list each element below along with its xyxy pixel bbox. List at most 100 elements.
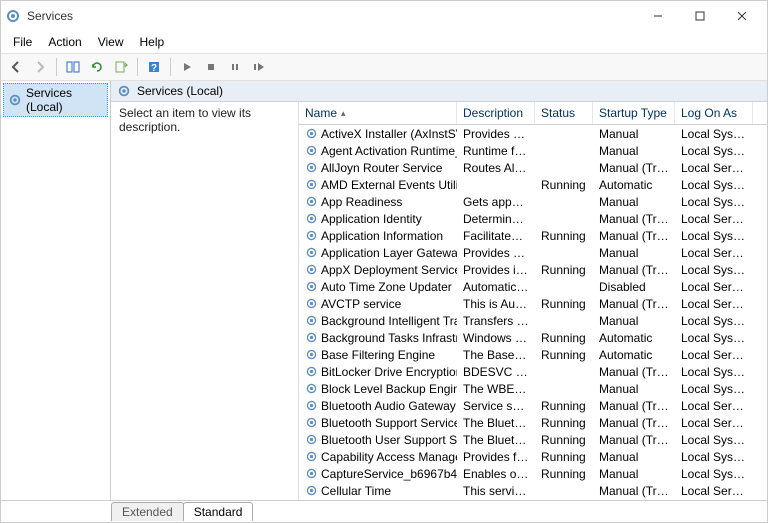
table-row[interactable]: Auto Time Zone UpdaterAutomatica...Disab… xyxy=(299,278,767,295)
gear-icon xyxy=(305,331,318,344)
cell-logon: Local Syste... xyxy=(675,178,753,192)
table-row[interactable]: Bluetooth Audio Gateway S...Service sup.… xyxy=(299,397,767,414)
pause-service-button[interactable] xyxy=(224,56,246,78)
cell-startup: Automatic xyxy=(593,178,675,192)
tab-standard[interactable]: Standard xyxy=(183,502,254,521)
cell-description: The Bluetoo... xyxy=(457,416,535,430)
tree-root-services-local[interactable]: Services (Local) xyxy=(3,83,108,117)
start-service-button[interactable] xyxy=(176,56,198,78)
minimize-button[interactable] xyxy=(637,2,679,30)
pane-header-title: Services (Local) xyxy=(137,84,223,98)
cell-logon: Local Service xyxy=(675,348,753,362)
cell-startup: Manual (Trig... xyxy=(593,161,675,175)
col-header-description[interactable]: Description xyxy=(457,102,535,124)
refresh-button[interactable] xyxy=(86,56,108,78)
table-row[interactable]: Application IdentityDetermines ...Manual… xyxy=(299,210,767,227)
col-header-status[interactable]: Status xyxy=(535,102,593,124)
cell-startup: Manual (Trig... xyxy=(593,297,675,311)
restart-service-button[interactable] xyxy=(248,56,270,78)
cell-description: Runtime for... xyxy=(457,144,535,158)
show-hide-tree-button[interactable] xyxy=(62,56,84,78)
menu-action[interactable]: Action xyxy=(40,33,89,51)
cell-description: Automatica... xyxy=(457,280,535,294)
cell-startup: Manual xyxy=(593,127,675,141)
table-row[interactable]: BitLocker Drive Encryption ...BDESVC hos… xyxy=(299,363,767,380)
col-header-startup[interactable]: Startup Type xyxy=(593,102,675,124)
gear-icon xyxy=(305,433,318,446)
cell-startup: Manual xyxy=(593,314,675,328)
table-row[interactable]: Block Level Backup Engine ...The WBENG..… xyxy=(299,380,767,397)
cell-name: AVCTP service xyxy=(299,297,457,311)
table-row[interactable]: Agent Activation Runtime_...Runtime for.… xyxy=(299,142,767,159)
table-row[interactable]: Application InformationFacilitates t...R… xyxy=(299,227,767,244)
table-row[interactable]: Background Intelligent Tran...Transfers … xyxy=(299,312,767,329)
table-row[interactable]: AMD External Events UtilityRunningAutoma… xyxy=(299,176,767,193)
cell-name: AllJoyn Router Service xyxy=(299,161,457,175)
close-button[interactable] xyxy=(721,2,763,30)
help-button[interactable]: ? xyxy=(143,56,165,78)
back-button[interactable] xyxy=(5,56,27,78)
cell-description: Provides inf... xyxy=(457,263,535,277)
gear-icon xyxy=(305,263,318,276)
cell-logon: Local Service xyxy=(675,297,753,311)
cell-startup: Manual xyxy=(593,382,675,396)
table-row[interactable]: Application Layer Gateway ...Provides su… xyxy=(299,244,767,261)
stop-service-button[interactable] xyxy=(200,56,222,78)
gear-icon xyxy=(305,314,318,327)
table-row[interactable]: Base Filtering EngineThe Base Fil...Runn… xyxy=(299,346,767,363)
table-row[interactable]: CaptureService_b6967b4Enables opti...Run… xyxy=(299,465,767,482)
table-row[interactable]: App ReadinessGets apps re...ManualLocal … xyxy=(299,193,767,210)
list-body[interactable]: ActiveX Installer (AxInstSV)Provides Us.… xyxy=(299,125,767,500)
table-row[interactable]: AllJoyn Router ServiceRoutes AllJo...Man… xyxy=(299,159,767,176)
col-header-logon[interactable]: Log On As xyxy=(675,102,753,124)
table-row[interactable]: AppX Deployment Service (...Provides inf… xyxy=(299,261,767,278)
cell-name: Bluetooth Audio Gateway S... xyxy=(299,399,457,413)
table-row[interactable]: Background Tasks Infrastruc...Windows in… xyxy=(299,329,767,346)
table-row[interactable]: Cellular TimeThis service ...Manual (Tri… xyxy=(299,482,767,499)
table-row[interactable]: Capability Access Manager ...Provides fa… xyxy=(299,448,767,465)
cell-description: The WBENG... xyxy=(457,382,535,396)
cell-name: ActiveX Installer (AxInstSV) xyxy=(299,127,457,141)
cell-logon: Local Syste... xyxy=(675,229,753,243)
table-row[interactable]: AVCTP serviceThis is Audi...RunningManua… xyxy=(299,295,767,312)
cell-startup: Manual xyxy=(593,467,675,481)
forward-button[interactable] xyxy=(29,56,51,78)
cell-description: Provides Us... xyxy=(457,127,535,141)
menu-help[interactable]: Help xyxy=(132,33,173,51)
gear-icon xyxy=(305,178,318,191)
table-row[interactable]: Bluetooth User Support Ser...The Bluetoo… xyxy=(299,431,767,448)
tree-pane: Services (Local) xyxy=(1,81,111,500)
cell-name: Application Information xyxy=(299,229,457,243)
table-row[interactable]: ActiveX Installer (AxInstSV)Provides Us.… xyxy=(299,125,767,142)
table-row[interactable]: Bluetooth Support ServiceThe Bluetoo...R… xyxy=(299,414,767,431)
cell-status: Running xyxy=(535,229,593,243)
cell-description: Windows in... xyxy=(457,331,535,345)
export-button[interactable] xyxy=(110,56,132,78)
cell-description: This service ... xyxy=(457,484,535,498)
cell-logon: Local Syste... xyxy=(675,314,753,328)
gear-icon xyxy=(305,450,318,463)
cell-name: CaptureService_b6967b4 xyxy=(299,467,457,481)
col-header-name[interactable]: Name▴ xyxy=(299,102,457,124)
tab-extended[interactable]: Extended xyxy=(111,502,184,521)
gear-icon xyxy=(117,84,131,98)
gear-icon xyxy=(305,127,318,140)
cell-name: Capability Access Manager ... xyxy=(299,450,457,464)
cell-name: AMD External Events Utility xyxy=(299,178,457,192)
cell-name: Bluetooth User Support Ser... xyxy=(299,433,457,447)
cell-status: Running xyxy=(535,331,593,345)
cell-description: Determines ... xyxy=(457,212,535,226)
cell-logon: Local Syste... xyxy=(675,450,753,464)
titlebar: Services xyxy=(1,1,767,31)
maximize-button[interactable] xyxy=(679,2,721,30)
cell-startup: Manual (Trig... xyxy=(593,263,675,277)
cell-description: Facilitates t... xyxy=(457,229,535,243)
cell-description: Provides fac... xyxy=(457,450,535,464)
cell-startup: Manual (Trig... xyxy=(593,433,675,447)
toolbar-separator xyxy=(170,58,171,76)
menu-view[interactable]: View xyxy=(90,33,132,51)
gear-icon xyxy=(305,399,318,412)
menu-file[interactable]: File xyxy=(5,33,40,51)
cell-name: Base Filtering Engine xyxy=(299,348,457,362)
cell-status: Running xyxy=(535,263,593,277)
